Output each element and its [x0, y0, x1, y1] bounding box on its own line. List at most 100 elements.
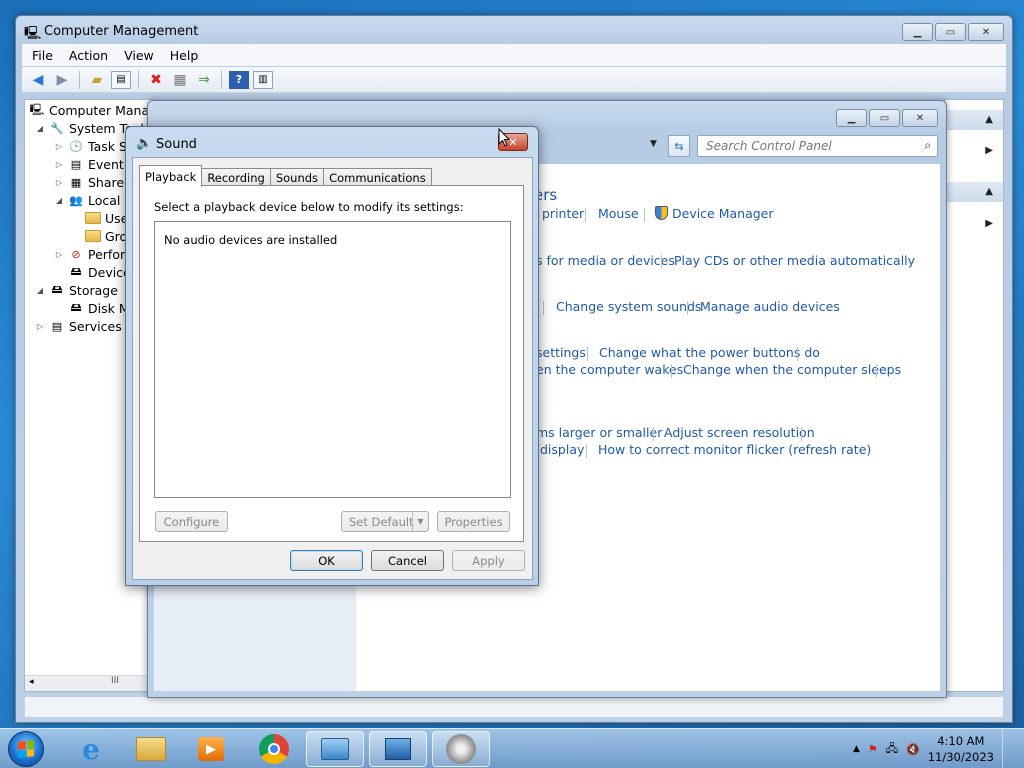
properties-button[interactable]: Properties: [437, 511, 510, 532]
taskbar-chrome[interactable]: [245, 731, 303, 767]
back-arrow-icon[interactable]: ◀: [28, 71, 48, 89]
performance-icon: ⊘: [71, 247, 81, 261]
show-hidden-icons-icon[interactable]: ▲: [853, 744, 860, 754]
expand-arrow-icon[interactable]: ▷: [35, 322, 45, 331]
device-manager-icon: 🖴: [70, 264, 82, 278]
more-actions-arrow-icon[interactable]: ▶: [985, 145, 993, 156]
start-button[interactable]: [8, 731, 44, 767]
minimize-button[interactable]: ▁: [902, 23, 933, 41]
link-play-cds[interactable]: Play CDs or other media automatically: [674, 253, 915, 268]
network-icon[interactable]: 🖧: [886, 740, 898, 759]
toolbar-separator: [221, 70, 222, 89]
link-separator: [671, 364, 672, 378]
scroll-thumb[interactable]: III: [111, 676, 119, 686]
collapse-arrow-icon[interactable]: ◢: [54, 196, 64, 205]
speaker-icon: 🔈: [136, 136, 153, 151]
speaker-icon: [446, 734, 476, 764]
expand-arrow-icon[interactable]: ▷: [54, 178, 64, 187]
maximize-button[interactable]: ▭: [869, 109, 900, 127]
expand-arrow-icon[interactable]: ▷: [54, 250, 64, 259]
ok-button[interactable]: OK: [290, 550, 363, 571]
up-folder-icon[interactable]: ▰: [87, 71, 107, 89]
link-monitor-flicker[interactable]: How to correct monitor flicker (refresh …: [598, 442, 871, 457]
menu-help[interactable]: Help: [170, 48, 199, 63]
taskbar-file-explorer[interactable]: [122, 731, 180, 767]
tab-playback[interactable]: Playback: [139, 165, 203, 187]
tab-strip: Playback Recording Sounds Communications: [139, 165, 432, 187]
actions-header[interactable]: ▲: [945, 110, 1003, 130]
link-device-manager[interactable]: Device Manager: [655, 206, 774, 221]
properties-icon[interactable]: ▦: [170, 71, 190, 89]
empty-message: No audio devices are installed: [164, 233, 338, 247]
help-icon[interactable]: ?: [229, 70, 249, 89]
link-power-settings[interactable]: settings: [536, 345, 586, 360]
link-computer-sleeps[interactable]: Change when the computer sleeps: [683, 362, 901, 377]
search-icon[interactable]: ⌕: [924, 138, 931, 153]
show-desktop-button[interactable]: [1002, 729, 1014, 768]
scroll-left-arrow-icon[interactable]: ◂: [29, 677, 34, 687]
link-mouse[interactable]: Mouse: [598, 206, 639, 221]
actions-header[interactable]: ▲: [945, 182, 1003, 202]
collapse-arrow-icon[interactable]: ◢: [35, 124, 45, 133]
tree-item[interactable]: ▷ 🕒 Task Sc: [54, 137, 134, 155]
minimize-button[interactable]: ▁: [836, 109, 867, 127]
link-change-system-sounds[interactable]: Change system sounds: [556, 299, 701, 314]
close-button[interactable]: ✕: [968, 23, 1004, 41]
tree-item[interactable]: ▷ ▦ Shared: [54, 173, 132, 191]
tree-item[interactable]: Gro: [85, 227, 127, 245]
link-screen-resolution[interactable]: Adjust screen resolution: [664, 425, 815, 440]
taskbar-sound[interactable]: [432, 731, 490, 767]
more-actions-arrow-icon[interactable]: ▶: [985, 218, 993, 229]
delete-icon[interactable]: ✖: [146, 71, 166, 89]
maximize-button[interactable]: ▭: [935, 23, 966, 41]
expand-arrow-icon[interactable]: ▷: [54, 142, 64, 151]
configure-button[interactable]: Configure: [155, 511, 228, 532]
taskbar-computer-management[interactable]: [369, 731, 427, 767]
refresh-button[interactable]: ⇆: [668, 135, 690, 157]
link-computer-wakes[interactable]: en the computer wakes: [536, 362, 683, 377]
menu-view[interactable]: View: [124, 48, 154, 63]
close-button[interactable]: ✕: [902, 109, 938, 127]
link-manage-audio-devices[interactable]: Manage audio devices: [700, 299, 840, 314]
tree-item[interactable]: ▷ ▤ Event V: [54, 155, 136, 173]
tree-item[interactable]: ▷ ⊘ Perforn: [54, 245, 133, 263]
tree-item[interactable]: 🖳 Computer Manage: [29, 101, 155, 119]
folder-icon: [85, 230, 101, 242]
taskbar-internet-explorer[interactable]: e: [62, 731, 120, 767]
link-power-buttons[interactable]: Change what the power buttons do: [599, 345, 820, 360]
tree-item[interactable]: 🖴 Disk M: [68, 299, 129, 317]
action-pane-icon[interactable]: ▥: [253, 70, 273, 89]
tree-item[interactable]: Use: [85, 209, 128, 227]
set-default-button[interactable]: Set Default ▼: [341, 511, 429, 532]
address-dropdown-icon[interactable]: ▼: [650, 139, 657, 149]
cancel-button[interactable]: Cancel: [371, 550, 444, 571]
tree-item[interactable]: ◢ 🖴 Storage: [35, 281, 118, 299]
search-input[interactable]: Search Control Panel ⌕: [697, 135, 938, 157]
link-printer[interactable]: printer: [542, 206, 584, 221]
forward-arrow-icon[interactable]: ▶: [52, 71, 72, 89]
link-text-larger[interactable]: ms larger or smaller: [536, 425, 662, 440]
taskbar-control-panel[interactable]: [306, 731, 364, 767]
tree-item[interactable]: ◢ 👥 Local U: [54, 191, 134, 209]
menu-action[interactable]: Action: [69, 48, 108, 63]
link-autoplay-defaults[interactable]: s for media or devices: [536, 253, 675, 268]
horizontal-scrollbar[interactable]: ◂ III: [25, 675, 155, 691]
internet-explorer-icon: e: [82, 732, 100, 766]
device-list[interactable]: No audio devices are installed: [154, 221, 511, 498]
expand-arrow-icon[interactable]: ▷: [54, 160, 64, 169]
folder-icon: [85, 212, 101, 224]
action-center-icon[interactable]: ⚑: [868, 743, 878, 756]
export-list-icon[interactable]: ⇒: [194, 71, 214, 89]
tree-item[interactable]: 🖴 Device: [68, 263, 130, 281]
clock[interactable]: 4:10 AM 11/30/2023: [928, 733, 994, 765]
menu-file[interactable]: File: [32, 48, 53, 63]
show-hide-tree-icon[interactable]: ▤: [111, 70, 131, 89]
link-display[interactable]: display: [540, 442, 584, 457]
volume-muted-icon[interactable]: 🔇: [906, 743, 920, 756]
chevron-down-icon[interactable]: ▼: [412, 512, 428, 531]
collapse-arrow-icon[interactable]: ◢: [35, 286, 45, 295]
taskbar-media-player[interactable]: ▶: [182, 731, 240, 767]
apply-button[interactable]: Apply: [452, 550, 525, 571]
collapse-up-icon[interactable]: ▲: [985, 114, 993, 125]
collapse-up-icon[interactable]: ▲: [985, 186, 993, 197]
